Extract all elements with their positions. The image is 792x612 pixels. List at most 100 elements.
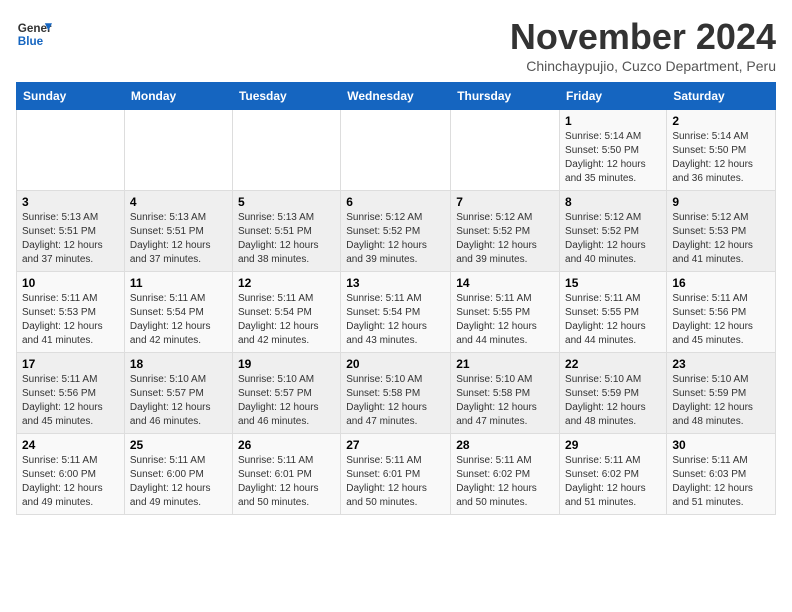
calendar-cell: 25 Sunrise: 5:11 AM Sunset: 6:00 PM Dayli… bbox=[124, 434, 232, 515]
day-number: 7 bbox=[456, 195, 554, 209]
day-info: Sunrise: 5:13 AM Sunset: 5:51 PM Dayligh… bbox=[238, 211, 335, 267]
calendar-cell: 8 Sunrise: 5:12 AM Sunset: 5:52 PM Daylig… bbox=[560, 191, 667, 272]
day-number: 8 bbox=[565, 195, 661, 209]
day-info: Sunrise: 5:11 AM Sunset: 5:53 PM Dayligh… bbox=[22, 292, 119, 348]
logo: General Blue bbox=[16, 16, 52, 52]
calendar-cell: 23 Sunrise: 5:10 AM Sunset: 5:59 PM Dayli… bbox=[667, 353, 776, 434]
day-number: 26 bbox=[238, 438, 335, 452]
calendar-cell: 29Sunrise: 5:11 AM Sunset: 6:02 PM Dayli… bbox=[560, 434, 667, 515]
day-info: Sunrise: 5:11 AM Sunset: 5:55 PM Dayligh… bbox=[565, 292, 661, 348]
month-title: November 2024 bbox=[510, 16, 776, 58]
day-info: Sunrise: 5:11 AM Sunset: 6:00 PM Dayligh… bbox=[22, 454, 119, 510]
day-number: 5 bbox=[238, 195, 335, 209]
day-info: Sunrise: 5:11 AM Sunset: 5:54 PM Dayligh… bbox=[130, 292, 227, 348]
calendar-week-row: 3 Sunrise: 5:13 AM Sunset: 5:51 PM Daylig… bbox=[17, 191, 776, 272]
day-number: 27 bbox=[346, 438, 445, 452]
day-info: Sunrise: 5:12 AM Sunset: 5:52 PM Dayligh… bbox=[346, 211, 445, 267]
calendar-cell: 28 Sunrise: 5:11 AM Sunset: 6:02 PM Dayli… bbox=[451, 434, 560, 515]
calendar-cell bbox=[232, 110, 340, 191]
day-number: 17 bbox=[22, 357, 119, 371]
calendar-cell: 22 Sunrise: 5:10 AM Sunset: 5:59 PM Dayli… bbox=[560, 353, 667, 434]
day-info: Sunrise: 5:11 AM Sunset: 5:56 PM Dayligh… bbox=[672, 292, 770, 348]
day-info: Sunrise: 5:11 AM Sunset: 6:01 PM Dayligh… bbox=[238, 454, 335, 510]
day-info: Sunrise: 5:11 AM Sunset: 5:56 PM Dayligh… bbox=[22, 373, 119, 429]
calendar-cell: 17 Sunrise: 5:11 AM Sunset: 5:56 PM Dayli… bbox=[17, 353, 125, 434]
day-info: Sunrise: 5:12 AM Sunset: 5:52 PM Dayligh… bbox=[456, 211, 554, 267]
calendar-cell: 9 Sunrise: 5:12 AM Sunset: 5:53 PM Daylig… bbox=[667, 191, 776, 272]
calendar-cell: 15 Sunrise: 5:11 AM Sunset: 5:55 PM Dayli… bbox=[560, 272, 667, 353]
calendar-cell: 2 Sunrise: 5:14 AM Sunset: 5:50 PM Daylig… bbox=[667, 110, 776, 191]
day-info: Sunrise: 5:11 AM Sunset: 6:01 PM Dayligh… bbox=[346, 454, 445, 510]
calendar-week-row: 17 Sunrise: 5:11 AM Sunset: 5:56 PM Dayli… bbox=[17, 353, 776, 434]
day-number: 13 bbox=[346, 276, 445, 290]
calendar-cell: 30 Sunrise: 5:11 AM Sunset: 6:03 PM Dayli… bbox=[667, 434, 776, 515]
day-info: Sunrise: 5:12 AM Sunset: 5:53 PM Dayligh… bbox=[672, 211, 770, 267]
day-number: 6 bbox=[346, 195, 445, 209]
day-info: Sunrise: 5:14 AM Sunset: 5:50 PM Dayligh… bbox=[565, 130, 661, 186]
column-header-sunday: Sunday bbox=[17, 83, 125, 110]
day-number: 11 bbox=[130, 276, 227, 290]
calendar-cell: 10 Sunrise: 5:11 AM Sunset: 5:53 PM Dayli… bbox=[17, 272, 125, 353]
day-info: Sunrise: 5:11 AM Sunset: 6:00 PM Dayligh… bbox=[130, 454, 227, 510]
day-info: Sunrise: 5:13 AM Sunset: 5:51 PM Dayligh… bbox=[130, 211, 227, 267]
day-info: Sunrise: 5:10 AM Sunset: 5:58 PM Dayligh… bbox=[456, 373, 554, 429]
day-info: Sunrise: 5:11 AM Sunset: 5:55 PM Dayligh… bbox=[456, 292, 554, 348]
calendar-cell: 5 Sunrise: 5:13 AM Sunset: 5:51 PM Daylig… bbox=[232, 191, 340, 272]
calendar-cell bbox=[124, 110, 232, 191]
column-header-tuesday: Tuesday bbox=[232, 83, 340, 110]
day-number: 19 bbox=[238, 357, 335, 371]
day-number: 10 bbox=[22, 276, 119, 290]
calendar-cell: 21 Sunrise: 5:10 AM Sunset: 5:58 PM Dayli… bbox=[451, 353, 560, 434]
day-number: 18 bbox=[130, 357, 227, 371]
calendar-cell bbox=[17, 110, 125, 191]
calendar-cell: 1 Sunrise: 5:14 AM Sunset: 5:50 PM Daylig… bbox=[560, 110, 667, 191]
day-number: 25 bbox=[130, 438, 227, 452]
day-info: Sunrise: 5:11 AM Sunset: 6:03 PM Dayligh… bbox=[672, 454, 770, 510]
day-info: Sunrise: 5:10 AM Sunset: 5:59 PM Dayligh… bbox=[565, 373, 661, 429]
day-number: 29 bbox=[565, 438, 661, 452]
day-number: 2 bbox=[672, 114, 770, 128]
day-info: Sunrise: 5:10 AM Sunset: 5:57 PM Dayligh… bbox=[130, 373, 227, 429]
day-number: 4 bbox=[130, 195, 227, 209]
calendar-week-row: 10 Sunrise: 5:11 AM Sunset: 5:53 PM Dayli… bbox=[17, 272, 776, 353]
calendar-cell: 26 Sunrise: 5:11 AM Sunset: 6:01 PM Dayli… bbox=[232, 434, 340, 515]
calendar-cell: 27 Sunrise: 5:11 AM Sunset: 6:01 PM Dayli… bbox=[341, 434, 451, 515]
day-number: 1 bbox=[565, 114, 661, 128]
day-info: Sunrise: 5:11 AM Sunset: 6:02 PM Dayligh… bbox=[456, 454, 554, 510]
day-number: 15 bbox=[565, 276, 661, 290]
day-number: 21 bbox=[456, 357, 554, 371]
day-number: 16 bbox=[672, 276, 770, 290]
column-header-saturday: Saturday bbox=[667, 83, 776, 110]
title-area: November 2024 Chinchaypujio, Cuzco Depar… bbox=[510, 16, 776, 74]
logo-icon: General Blue bbox=[16, 16, 52, 52]
day-info: Sunrise: 5:10 AM Sunset: 5:58 PM Dayligh… bbox=[346, 373, 445, 429]
column-header-wednesday: Wednesday bbox=[341, 83, 451, 110]
calendar-cell: 20 Sunrise: 5:10 AM Sunset: 5:58 PM Dayli… bbox=[341, 353, 451, 434]
location-title: Chinchaypujio, Cuzco Department, Peru bbox=[510, 58, 776, 74]
calendar-cell bbox=[341, 110, 451, 191]
calendar-header-row: SundayMondayTuesdayWednesdayThursdayFrid… bbox=[17, 83, 776, 110]
calendar-cell: 13 Sunrise: 5:11 AM Sunset: 5:54 PM Dayli… bbox=[341, 272, 451, 353]
day-number: 24 bbox=[22, 438, 119, 452]
day-number: 28 bbox=[456, 438, 554, 452]
day-number: 30 bbox=[672, 438, 770, 452]
day-number: 9 bbox=[672, 195, 770, 209]
page-header: General Blue November 2024 Chinchaypujio… bbox=[16, 16, 776, 74]
column-header-monday: Monday bbox=[124, 83, 232, 110]
day-info: Sunrise: 5:10 AM Sunset: 5:59 PM Dayligh… bbox=[672, 373, 770, 429]
day-number: 22 bbox=[565, 357, 661, 371]
calendar-cell: 19Sunrise: 5:10 AM Sunset: 5:57 PM Dayli… bbox=[232, 353, 340, 434]
day-number: 20 bbox=[346, 357, 445, 371]
calendar-cell: 11 Sunrise: 5:11 AM Sunset: 5:54 PM Dayli… bbox=[124, 272, 232, 353]
day-number: 3 bbox=[22, 195, 119, 209]
calendar-cell: 3Sunrise: 5:13 AM Sunset: 5:51 PM Daylig… bbox=[17, 191, 125, 272]
day-info: Sunrise: 5:14 AM Sunset: 5:50 PM Dayligh… bbox=[672, 130, 770, 186]
day-info: Sunrise: 5:12 AM Sunset: 5:52 PM Dayligh… bbox=[565, 211, 661, 267]
calendar-cell: 16 Sunrise: 5:11 AM Sunset: 5:56 PM Dayli… bbox=[667, 272, 776, 353]
calendar-cell: 24 Sunrise: 5:11 AM Sunset: 6:00 PM Dayli… bbox=[17, 434, 125, 515]
day-number: 23 bbox=[672, 357, 770, 371]
calendar-cell: 14Sunrise: 5:11 AM Sunset: 5:55 PM Dayli… bbox=[451, 272, 560, 353]
day-number: 12 bbox=[238, 276, 335, 290]
day-info: Sunrise: 5:11 AM Sunset: 5:54 PM Dayligh… bbox=[346, 292, 445, 348]
column-header-friday: Friday bbox=[560, 83, 667, 110]
